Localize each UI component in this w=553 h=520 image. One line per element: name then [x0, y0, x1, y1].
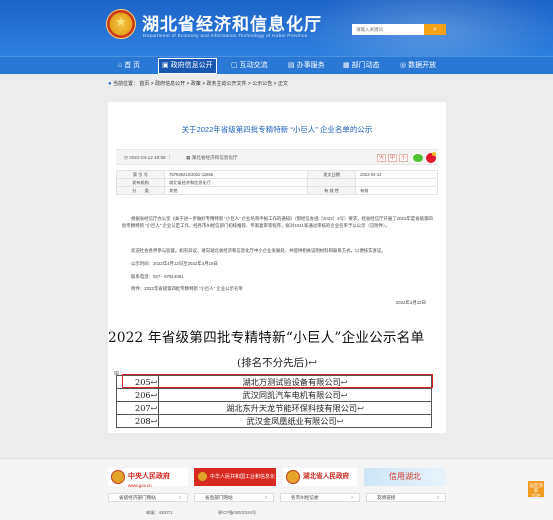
info-row: 发布机构 湖北省经济和信息化厅 [116, 178, 438, 187]
font-small-button[interactable]: 小 [399, 154, 408, 162]
service-icon: ▤ [288, 62, 295, 69]
doc-big-title: 2022 年省级第四批专精特新“小巨人”企业公示名单 [108, 330, 425, 346]
table-row: 208↩ 武汉金凤凰纸业有限公司↩ [116, 414, 432, 428]
table-row: 207↩ 湖北东升天龙节能环保科技有限公司↩ [116, 401, 432, 415]
national-emblem-icon [286, 470, 300, 484]
national-emblem-icon [106, 9, 136, 39]
back-to-top-button[interactable]: 返回顶部 TOP [528, 481, 544, 498]
hubei-gov-logo[interactable]: 湖北省人民政府 [283, 468, 357, 486]
article-title: 关于2022年省级第四批专精特新 “小巨人” 企业名单的公示 [181, 125, 373, 134]
location-pin-icon: ● [108, 81, 112, 87]
article-source: ▦ 湖北省经济和信息化厅 [186, 155, 238, 160]
sign-date: 2022年4月12日 [395, 300, 426, 305]
footer-postcode: 邮编：430071 [146, 510, 173, 515]
footer-beian[interactable]: 鄂ICP备05002344号 [218, 510, 256, 516]
article-paragraph: 联系电话：027 - 87814061 [131, 274, 184, 279]
article-info-table: 索 引 号 757939216/2022-11685 发文日期 2022-04-… [116, 170, 438, 195]
nav-gov-info[interactable]: ▣ 政府信息公开 [158, 58, 217, 74]
gov-cn-logo[interactable]: 中央人民政府 www.gov.cn [108, 468, 188, 488]
highlight-box [122, 374, 433, 388]
breadcrumb-text[interactable]: 当前位置： 首页 > 政府信息公开 > 政策 > 政务主动公开文件 > 公示公告… [113, 81, 288, 87]
publish-date: ◷ 2022-04-12 10:58 ｜ [124, 155, 172, 160]
attachment-link[interactable]: 附件：2022年省级第四批专精特新 “小巨人” 企业公示名单 [122, 285, 434, 292]
article-paragraph: 公示时间：2022年4月12日至2022年4月19日 [131, 261, 218, 266]
select-provincial-sites[interactable]: 省级经济部门网站 [108, 493, 188, 502]
select-dept-sites[interactable]: 省直部门网站 [194, 493, 274, 502]
table-row: 206↩ 武汉同凯汽车电机有限公司↩ [116, 388, 432, 402]
doc-note: (排名不分先后)↩ [237, 357, 317, 369]
info-icon: ▣ [162, 62, 169, 69]
font-medium-button[interactable]: 中 [388, 154, 397, 162]
select-city-sites[interactable]: 各市州经信委 [280, 493, 360, 502]
site-footer: 中央人民政府 www.gov.cn 中华人民共和国工业和信息化部 湖北省人民政府… [0, 458, 553, 520]
article-paragraph: 欢迎社会各界参与监督。如有异议，请向湖北省经济和信息化厅中小企业发展处、并提供相… [131, 248, 386, 253]
article-meta-bar: ◷ 2022-04-12 10:58 ｜ ▦ 湖北省经济和信息化厅 大 中 小 [116, 149, 438, 165]
nav-home[interactable]: ⌂ 首 页 [118, 58, 140, 74]
font-large-button[interactable]: 大 [377, 154, 386, 162]
nav-open-data[interactable]: ◎ 数据开放 [400, 58, 436, 74]
search-button[interactable]: ⌕ [424, 24, 446, 35]
info-row: 索 引 号 757939216/2022-11685 发文日期 2022-04-… [116, 170, 438, 179]
search-icon: ⌕ [433, 26, 437, 33]
search-input[interactable] [352, 24, 424, 35]
nav-dept-news[interactable]: ▦ 部门动态 [343, 58, 380, 74]
nav-interaction[interactable]: ▢ 互动交流 [231, 58, 268, 74]
breadcrumb: ● 当前位置： 首页 > 政府信息公开 > 政策 > 政务主动公开文件 > 公示… [108, 80, 288, 87]
site-subtitle: Department of Economy and Information Te… [143, 33, 308, 38]
site-title[interactable]: 湖北省经济和信息化厅 [142, 10, 322, 35]
weibo-share-icon[interactable] [426, 152, 436, 163]
miit-emblem-icon [197, 471, 208, 482]
attachment-image: 2022 年省级第四批专精特新“小巨人”企业公示名单 (排名不分先后)↩ ⊞ 2… [108, 318, 446, 433]
national-emblem-icon [111, 470, 125, 484]
nav-services[interactable]: ▤ 办事服务 [288, 58, 325, 74]
article-paragraph: 根据省经信厅办公室《关于进一步做好专精特新 “小巨人” 企业培育申报工作的通知》… [122, 216, 433, 229]
news-icon: ▦ [343, 62, 350, 69]
credit-hubei-logo[interactable]: 信用湖北 [364, 468, 446, 486]
data-icon: ◎ [400, 62, 407, 69]
site-header: 湖北省经济和信息化厅 Department of Economy and Inf… [0, 0, 553, 56]
chat-icon: ▢ [231, 62, 238, 69]
miit-logo[interactable]: 中华人民共和国工业和信息化部 [194, 468, 276, 498]
home-icon: ⌂ [118, 62, 123, 69]
info-row: 分 类 其他 有 效 性 有效 [116, 186, 438, 195]
wechat-share-icon[interactable] [413, 154, 423, 162]
select-friend-links[interactable]: 友情链接 [366, 493, 446, 502]
main-nav: ⌂ 首 页 ▣ 政府信息公开 ▢ 互动交流 ▤ 办事服务 ▦ 部门动态 ◎ 数据开放 [0, 56, 553, 74]
